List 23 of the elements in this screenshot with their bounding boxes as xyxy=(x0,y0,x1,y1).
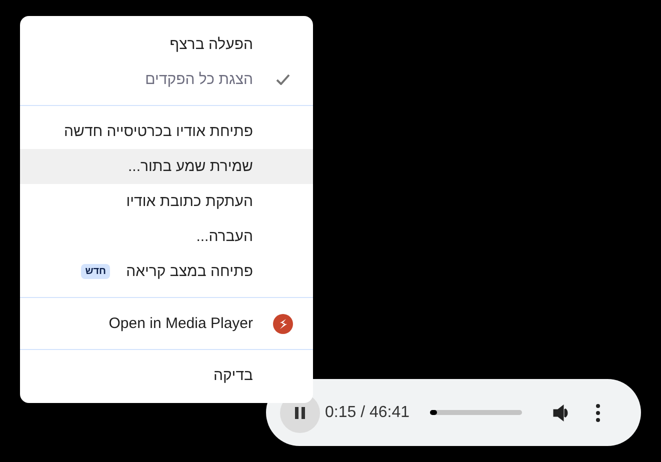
menu-item[interactable]: פתיחת אודיו בכרטיסייה חדשה xyxy=(20,114,313,149)
menu-item[interactable]: העברה... xyxy=(20,219,313,254)
menu-item-label: שמירת שמע בתור... xyxy=(128,158,253,175)
menu-item[interactable]: Open in Media Player xyxy=(20,306,313,341)
menu-item-label: בדיקה xyxy=(213,367,253,384)
menu-item-label: הצגת כל הפקדים xyxy=(145,71,253,88)
menu-item-label: פתיחה במצב קריאה xyxy=(126,263,253,280)
pause-icon xyxy=(295,406,305,418)
more-options-icon[interactable] xyxy=(596,404,600,422)
menu-item[interactable]: העתקת כתובת אודיו xyxy=(20,184,313,219)
menu-item[interactable]: בדיקה xyxy=(20,358,313,393)
menu-item-label: פתיחת אודיו בכרטיסייה חדשה xyxy=(64,123,253,140)
time-display: 0:15 / 46:41 xyxy=(325,404,410,422)
menu-item[interactable]: פתיחה במצב קריאה חדש xyxy=(20,254,313,289)
progress-slider[interactable] xyxy=(430,410,522,415)
menu-item[interactable]: שמירת שמע בתור... xyxy=(20,149,313,184)
menu-item-label: Open in Media Player xyxy=(108,315,253,332)
menu-item-label: העתקת כתובת אודיו xyxy=(126,193,253,210)
app-icon xyxy=(273,314,293,334)
menu-item-label: הפעלה ברצף xyxy=(170,36,253,53)
menu-item-label: העברה... xyxy=(196,228,253,245)
new-badge: חדש xyxy=(81,264,110,279)
menu-item[interactable]: הפעלה ברצף xyxy=(20,27,313,62)
